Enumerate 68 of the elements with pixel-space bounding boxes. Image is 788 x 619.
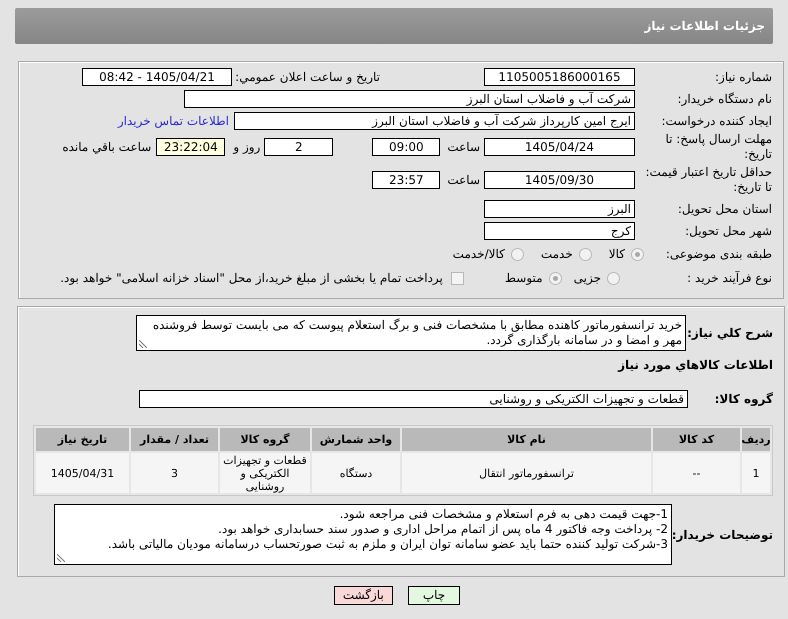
field-label: توضیحات خریدار: <box>672 528 773 542</box>
option-label: کالا <box>608 247 625 261</box>
radio-button[interactable] <box>578 248 592 260</box>
field-label: ایجاد کننده درخواست: <box>660 114 772 128</box>
field-label: مهلت ارسال پاسخ: تا تاریخ: <box>664 132 772 162</box>
column-header: تعداد / مقدار <box>131 428 218 451</box>
option-label: کالا/خدمت <box>452 247 505 261</box>
validity-time-field[interactable]: 23:57 <box>372 171 440 189</box>
city-field[interactable]: کرج <box>484 222 635 240</box>
description-field[interactable]: خرید ترانسفورماتور کاهنده مطابق با مشخصات فنی و برگ استعلام پیوست که می بایست توسط فروشنده مهر و امضا و در سامانه بارگذاری گردد. <box>136 315 686 351</box>
checkbox[interactable] <box>450 272 464 284</box>
field-label: شرح کلي نیاز: <box>686 326 773 340</box>
remaining-time-field[interactable]: 23:22:04 <box>156 138 226 156</box>
table-cell: قطعات و تجهیزات الکتریکی و روشنایی <box>220 453 310 493</box>
radio-button[interactable] <box>510 248 524 260</box>
print-button[interactable]: چاپ <box>408 586 460 605</box>
validity-date-field[interactable]: 1405/09/30 <box>484 171 635 189</box>
field-label: شهر محل تحویل: <box>684 224 772 238</box>
remaining-label: ساعت باقي مانده <box>62 140 152 154</box>
table-cell: -- <box>653 453 740 493</box>
radio-button[interactable] <box>548 272 562 284</box>
note-line: 2- پرداخت وجه فاکتور 4 ماه پس از اتمام مراحل اداری و صدور سند حسابداری خواهد بود. <box>217 522 668 537</box>
field-label: تاریخ و ساعت اعلان عمومي: <box>234 70 380 84</box>
days-field[interactable]: 2 <box>264 138 334 156</box>
table-cell: 1405/04/31 <box>36 453 129 493</box>
need-number-field[interactable]: 1105005186000165 <box>484 68 635 86</box>
note-line: 1-جهت قیمت دهی به فرم استعلام و مشخصات فنی مراجعه شود. <box>338 507 668 522</box>
requester-field[interactable]: ایرج امین کارپرداز شرکت آب و فاضلاب استان البرز <box>234 112 635 130</box>
field-label: نام دستگاه خریدار: <box>676 92 772 106</box>
goods-group-field[interactable]: قطعات و تجهیزات الکتریکی و روشنایی <box>139 390 688 408</box>
contact-link[interactable]: اطلاعات تماس خریدار <box>118 114 229 128</box>
option-label: جزیی <box>574 271 601 285</box>
resize-grip-icon[interactable] <box>57 554 65 562</box>
time-label: ساعت <box>447 173 480 187</box>
field-label: گروه کالا: <box>714 392 773 406</box>
buyer-name-field[interactable]: شرکت آب و فاضلاب استان البرز <box>184 90 635 108</box>
field-label: نوع فرآیند خرید : <box>686 270 772 286</box>
table-cell: دستگاه <box>312 453 400 493</box>
resize-grip-icon[interactable] <box>139 340 147 348</box>
deadline-date-field[interactable]: 1405/04/24 <box>484 138 635 156</box>
column-header: نام کالا <box>402 428 651 451</box>
column-header: کد کالا <box>653 428 740 451</box>
field-label: استان محل تحویل: <box>676 202 772 216</box>
column-header: گروه کالا <box>220 428 310 451</box>
deadline-time-field[interactable]: 09:00 <box>372 138 440 156</box>
back-button[interactable]: بازگشت <box>334 586 393 605</box>
option-label: متوسط <box>504 271 543 285</box>
field-label: شماره نیاز: <box>714 70 772 84</box>
note-line: 3-شرکت تولید کننده حتما باید عضو سامانه توان ایران و ملزم به ثبت صورتحساب درسامانه مودیان مالیاتی باشد. <box>106 537 668 552</box>
radio-button[interactable] <box>607 272 620 284</box>
column-header: تاریخ نیاز <box>36 428 129 451</box>
announcement-date-field[interactable]: 1405/04/21 - 08:42 <box>82 68 232 86</box>
field-label: حداقل تاریخ اعتبار قیمت: تا تاریخ: <box>644 165 772 195</box>
field-label: طبقه بندی موضوعی: <box>664 246 772 262</box>
checkbox-label: پرداخت تمام یا بخشی از مبلغ خرید،از محل "اسناد خزانه اسلامی" خواهد بود. <box>60 271 443 285</box>
table-cell: 3 <box>131 453 218 493</box>
option-label: خدمت <box>540 247 573 261</box>
column-header: ردیف <box>742 428 770 451</box>
column-header: واحد شمارش <box>312 428 400 451</box>
table-cell: 1 <box>742 453 770 493</box>
days-label: روز و <box>233 140 260 154</box>
page-title: جزئیات اطلاعات نیاز <box>644 19 765 33</box>
province-field[interactable]: البرز <box>484 200 635 218</box>
radio-button[interactable] <box>631 248 644 260</box>
time-label: ساعت <box>447 140 480 154</box>
notes-field[interactable] <box>54 504 672 565</box>
section-title: اطلاعات کالاهاي مورد نیاز <box>618 358 773 372</box>
table-cell: ترانسفورماتور انتقال <box>402 453 651 493</box>
